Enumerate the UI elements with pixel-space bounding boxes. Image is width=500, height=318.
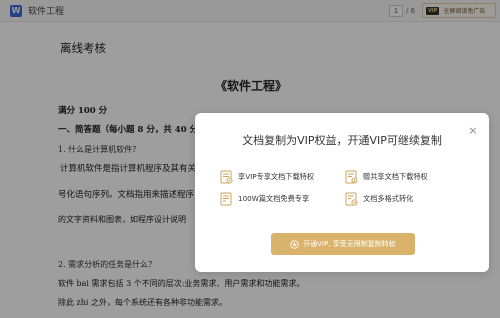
feature-label: 赠共享文档下载特权	[363, 172, 428, 181]
shared-download-icon	[345, 170, 358, 184]
vip-copy-modal: 文档复制为VIP权益，开通VIP可继续复制 × 享VIP专享文档下载特权 赠共享…	[195, 113, 489, 272]
feature-vip-download: 享VIP专享文档下载特权	[220, 170, 314, 184]
vip-download-icon	[220, 170, 233, 184]
feature-shared-download: 赠共享文档下载特权	[345, 170, 428, 184]
open-vip-label: 开通VIP, 享受无限制复制特权	[303, 240, 396, 248]
open-vip-button[interactable]: 开通VIP, 享受无限制复制特权	[271, 233, 415, 255]
feature-label: 100W篇文档免费专享	[238, 194, 310, 203]
feature-label: 文档多格式转化	[363, 194, 414, 203]
free-docs-icon	[220, 192, 232, 206]
modal-title: 文档复制为VIP权益，开通VIP可继续复制	[242, 134, 442, 147]
feature-free-docs: 100W篇文档免费专享	[220, 192, 309, 206]
feature-label: 享VIP专享文档下载特权	[238, 172, 315, 181]
vip-crown-icon	[290, 239, 299, 249]
close-icon[interactable]: ×	[467, 125, 479, 137]
multi-format-icon	[345, 192, 358, 206]
feature-multi-format: 文档多格式转化	[345, 192, 413, 206]
